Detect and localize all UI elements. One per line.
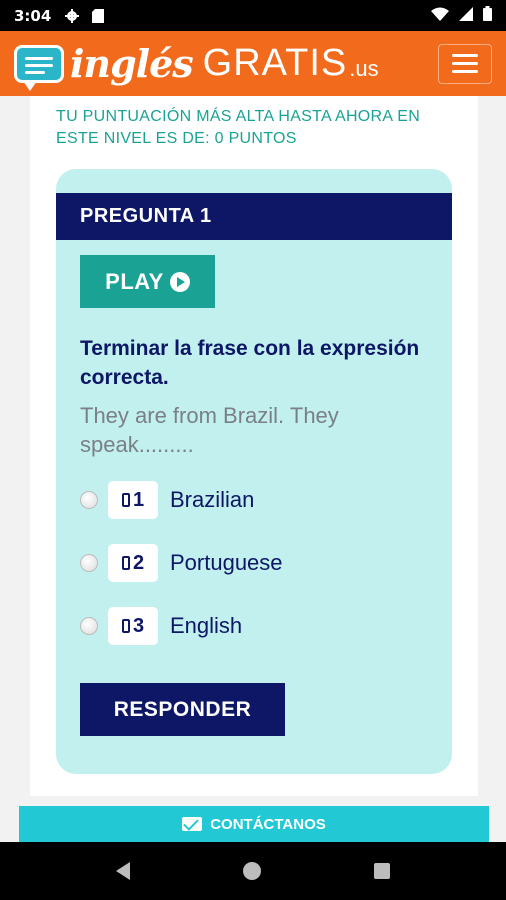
play-label: PLAY: [105, 268, 164, 294]
sim-card-icon: [91, 8, 105, 23]
option-key-badge: 2: [108, 544, 158, 582]
logo-script-text: inglés: [70, 41, 194, 86]
contact-label: CONTÁCTANOS: [210, 815, 326, 833]
option-key-number: 3: [132, 614, 145, 637]
logo-domain-text: .us: [349, 55, 379, 81]
status-time: 3:04: [14, 6, 52, 25]
option-key-badge: 3: [108, 607, 158, 645]
high-score-text: TU PUNTUACIÓN MÁS ALTA HASTA AHORA EN ES…: [56, 108, 421, 147]
system-nav-bar: [0, 842, 506, 900]
logo-brand-text: GRATIS: [202, 42, 348, 84]
envelope-icon: [182, 817, 203, 831]
battery-icon: [483, 6, 492, 25]
phone-key-icon: [121, 493, 130, 507]
home-icon[interactable]: [242, 862, 261, 880]
submit-answer-button[interactable]: RESPONDER: [80, 683, 285, 736]
question-instruction: Terminar la frase con la expresión corre…: [80, 337, 420, 389]
option-key-number: 2: [132, 551, 145, 574]
settings-icon: [65, 8, 80, 23]
radio-button[interactable]: [80, 617, 98, 635]
main-content: TU PUNTUACIÓN MÁS ALTA HASTA AHORA EN ES…: [30, 96, 478, 796]
play-button[interactable]: PLAY: [80, 255, 215, 308]
app-header: inglés GRATIS .us: [0, 31, 506, 96]
site-logo[interactable]: inglés GRATIS .us: [14, 41, 379, 91]
play-circle-icon: [169, 271, 190, 292]
question-title: PREGUNTA 1: [56, 193, 452, 240]
quiz-card: PREGUNTA 1 PLAY Terminar la frase con la…: [56, 169, 452, 774]
hamburger-menu-icon[interactable]: [438, 43, 492, 84]
answer-option-3[interactable]: 3 English: [80, 606, 242, 646]
status-right-icons: [431, 6, 492, 25]
contact-button[interactable]: CONTÁCTANOS: [19, 806, 489, 842]
radio-button[interactable]: [80, 491, 98, 509]
answer-option-2[interactable]: 2 Portuguese: [80, 543, 283, 583]
phone-key-icon: [121, 619, 130, 633]
radio-button[interactable]: [80, 554, 98, 572]
wifi-icon: [431, 6, 449, 25]
back-icon[interactable]: [116, 862, 131, 880]
option-key-badge: 1: [108, 481, 158, 519]
recent-apps-icon[interactable]: [373, 863, 390, 879]
chat-bubble-icon: [14, 44, 64, 91]
option-text: Portuguese: [170, 550, 283, 575]
answer-option-1[interactable]: 1 Brazilian: [80, 480, 254, 520]
signal-icon: [459, 6, 473, 25]
option-key-number: 1: [132, 488, 145, 511]
option-text: English: [170, 613, 243, 638]
phone-key-icon: [121, 556, 130, 570]
question-sentence: They are from Brazil. They speak........…: [80, 403, 339, 457]
status-bar: 3:04: [0, 0, 506, 31]
option-text: Brazilian: [170, 487, 255, 512]
